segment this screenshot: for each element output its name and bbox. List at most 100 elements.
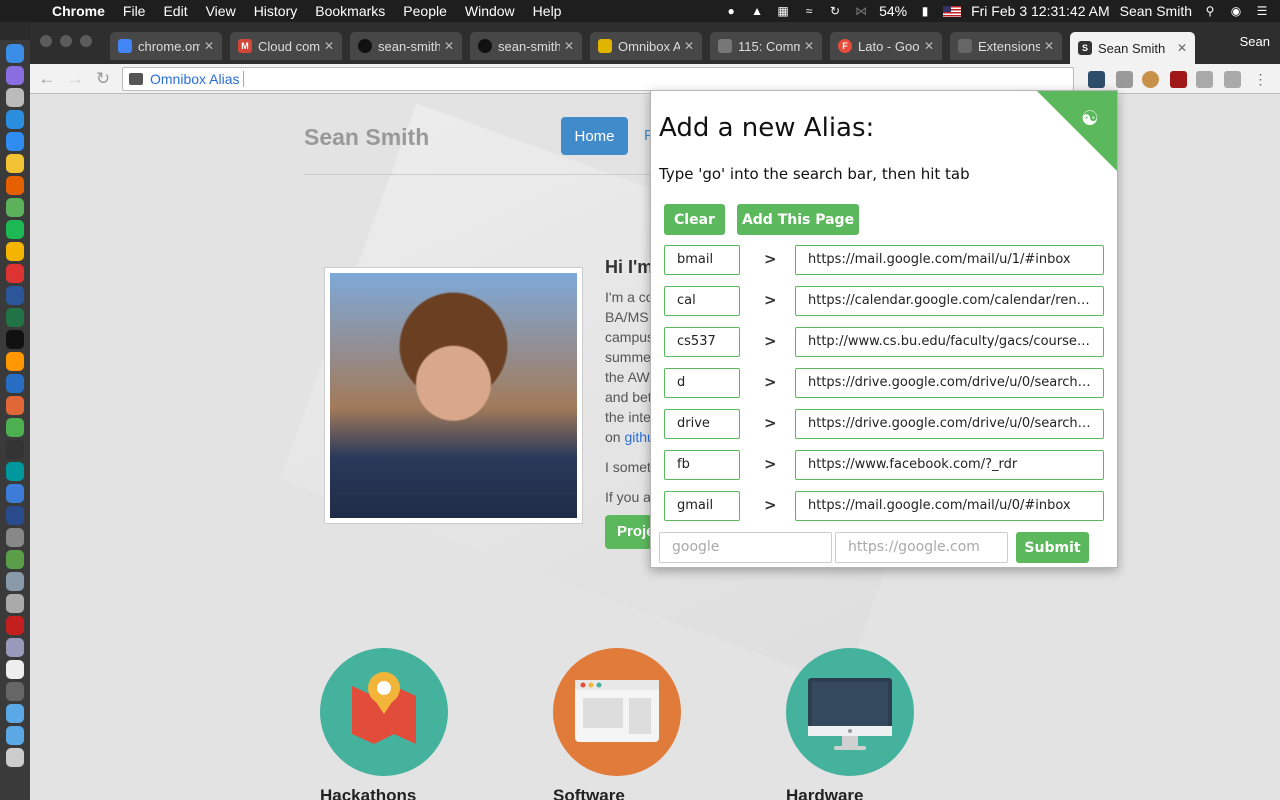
siri-icon[interactable]: ◉	[1228, 4, 1244, 18]
close-tab-icon[interactable]: ✕	[1044, 39, 1054, 53]
tab-cloud-computing[interactable]: M Cloud comp ✕	[230, 32, 342, 60]
time-machine-icon[interactable]: ↻	[827, 4, 843, 18]
alias-key-field[interactable]: fb	[664, 450, 740, 480]
grid-icon[interactable]: ▦	[775, 4, 791, 18]
alias-key-field[interactable]: gmail	[664, 491, 740, 521]
safari-icon[interactable]	[6, 110, 24, 129]
launchpad-icon[interactable]	[6, 88, 24, 107]
cookie-extension-icon[interactable]	[1142, 71, 1159, 88]
scrivener-icon[interactable]	[6, 550, 24, 569]
alias-url-field[interactable]: https://calendar.google.com/calendar/ren…	[795, 286, 1104, 316]
menu-window[interactable]: Window	[456, 3, 524, 19]
menu-file[interactable]: File	[114, 3, 155, 19]
ublock-extension-icon[interactable]	[1170, 71, 1187, 88]
google-drive-extension-icon[interactable]	[1196, 71, 1213, 88]
generic-extension-icon[interactable]	[1224, 71, 1241, 88]
alias-url-field[interactable]: https://drive.google.com/drive/u/0/searc…	[795, 368, 1104, 398]
wifi-icon[interactable]: ≈	[801, 4, 817, 18]
hackathons-circle[interactable]	[320, 648, 448, 776]
back-arrow-icon[interactable]: ←	[36, 68, 58, 90]
excel-icon[interactable]	[6, 308, 24, 327]
close-tab-icon[interactable]: ✕	[324, 39, 334, 53]
close-tab-icon[interactable]: ✕	[684, 39, 694, 53]
alias-key-field[interactable]: cs537	[664, 327, 740, 357]
alias-url-field[interactable]: http://www.cs.bu.edu/faculty/gacs/course…	[795, 327, 1104, 357]
address-bar[interactable]: Omnibox Alias	[122, 67, 1074, 91]
word-icon[interactable]	[6, 286, 24, 305]
reload-icon[interactable]: ↻	[92, 68, 114, 90]
us-flag-icon[interactable]	[943, 5, 962, 17]
tab-github-2[interactable]: sean-smith ✕	[470, 32, 582, 60]
notification-center-icon[interactable]: ☰	[1254, 4, 1270, 18]
alias-url-field[interactable]: https://mail.google.com/mail/u/1/#inbox	[795, 245, 1104, 275]
new-alias-input[interactable]: google	[659, 532, 832, 563]
projects-button[interactable]: Proje	[605, 515, 655, 549]
menu-people[interactable]: People	[394, 3, 456, 19]
textedit-icon[interactable]	[6, 660, 24, 679]
site-name[interactable]: Sean Smith	[304, 124, 429, 151]
folder-icon[interactable]	[6, 704, 24, 723]
trash-icon[interactable]	[6, 748, 24, 767]
spotlight-search-icon[interactable]: ⚲	[1202, 4, 1218, 18]
r-icon[interactable]	[6, 374, 24, 393]
alias-key-field[interactable]: cal	[664, 286, 740, 316]
bluetooth-icon[interactable]: ⋈	[853, 4, 869, 18]
close-tab-icon[interactable]: ✕	[204, 39, 214, 53]
menu-view[interactable]: View	[197, 3, 245, 19]
eyedropper-extension-icon[interactable]	[1116, 71, 1133, 88]
close-tab-icon[interactable]: ✕	[804, 39, 814, 53]
tab-extensions[interactable]: Extensions ✕	[950, 32, 1062, 60]
drive-icon[interactable]: ▲	[749, 4, 765, 18]
alias-key-field[interactable]: bmail	[664, 245, 740, 275]
hardware-circle[interactable]	[786, 648, 914, 776]
tab-chrome-omnibox[interactable]: chrome.om ✕	[110, 32, 222, 60]
chrome-menu-icon[interactable]: ⋮	[1252, 71, 1269, 88]
new-url-input[interactable]: https://google.com	[835, 532, 1008, 563]
activity-monitor-icon[interactable]	[6, 440, 24, 459]
nav-home-button[interactable]: Home	[561, 117, 628, 155]
firefox-icon[interactable]	[6, 176, 24, 195]
matlab-icon[interactable]	[6, 396, 24, 415]
tab-lato-google-fonts[interactable]: F Lato - Goog ✕	[830, 32, 942, 60]
acrobat-icon[interactable]	[6, 616, 24, 635]
network-icon[interactable]	[6, 572, 24, 591]
menu-history[interactable]: History	[245, 3, 307, 19]
maps-icon[interactable]	[6, 198, 24, 217]
menu-app-name[interactable]: Chrome	[46, 3, 114, 19]
alias-key-field[interactable]: d	[664, 368, 740, 398]
spotify-icon[interactable]	[6, 220, 24, 239]
software-circle[interactable]	[553, 648, 681, 776]
utility-icon[interactable]	[6, 682, 24, 701]
downloads-folder-icon[interactable]	[6, 726, 24, 745]
submit-button[interactable]: Submit	[1016, 532, 1089, 563]
close-window-button[interactable]	[40, 35, 52, 47]
profile-button[interactable]: Sean	[1240, 34, 1270, 49]
alias-url-field[interactable]: https://www.facebook.com/?_rdr	[795, 450, 1104, 480]
close-tab-icon[interactable]: ✕	[564, 39, 574, 53]
finder-icon[interactable]	[6, 44, 24, 63]
screen-icon[interactable]	[6, 484, 24, 503]
messenger-icon[interactable]	[6, 132, 24, 151]
preview-icon[interactable]	[6, 638, 24, 657]
siri-dock-icon[interactable]	[6, 66, 24, 85]
alias-key-field[interactable]: drive	[664, 409, 740, 439]
terminal-icon[interactable]	[6, 330, 24, 349]
menu-help[interactable]: Help	[524, 3, 571, 19]
close-tab-icon[interactable]: ✕	[444, 39, 454, 53]
menu-edit[interactable]: Edit	[154, 3, 196, 19]
system-preferences-icon[interactable]	[6, 528, 24, 547]
alias-url-field[interactable]: https://drive.google.com/drive/u/0/searc…	[795, 409, 1104, 439]
close-tab-icon[interactable]: ✕	[1177, 41, 1187, 55]
menu-bookmarks[interactable]: Bookmarks	[306, 3, 394, 19]
ghost-icon[interactable]: ●	[723, 4, 739, 18]
tab-omnibox-alias[interactable]: Omnibox Al ✕	[590, 32, 702, 60]
clear-button[interactable]: Clear	[664, 204, 725, 235]
sublime-icon[interactable]	[6, 352, 24, 371]
photos-icon[interactable]	[6, 242, 24, 261]
wrench-icon[interactable]	[6, 506, 24, 525]
alias-url-field[interactable]: https://mail.google.com/mail/u/0/#inbox	[795, 491, 1104, 521]
github-octocat-icon[interactable]: ☯	[1077, 105, 1103, 131]
app-green-icon[interactable]	[6, 418, 24, 437]
battery-icon[interactable]: ▮	[917, 4, 933, 18]
popcorn-icon[interactable]	[6, 264, 24, 283]
